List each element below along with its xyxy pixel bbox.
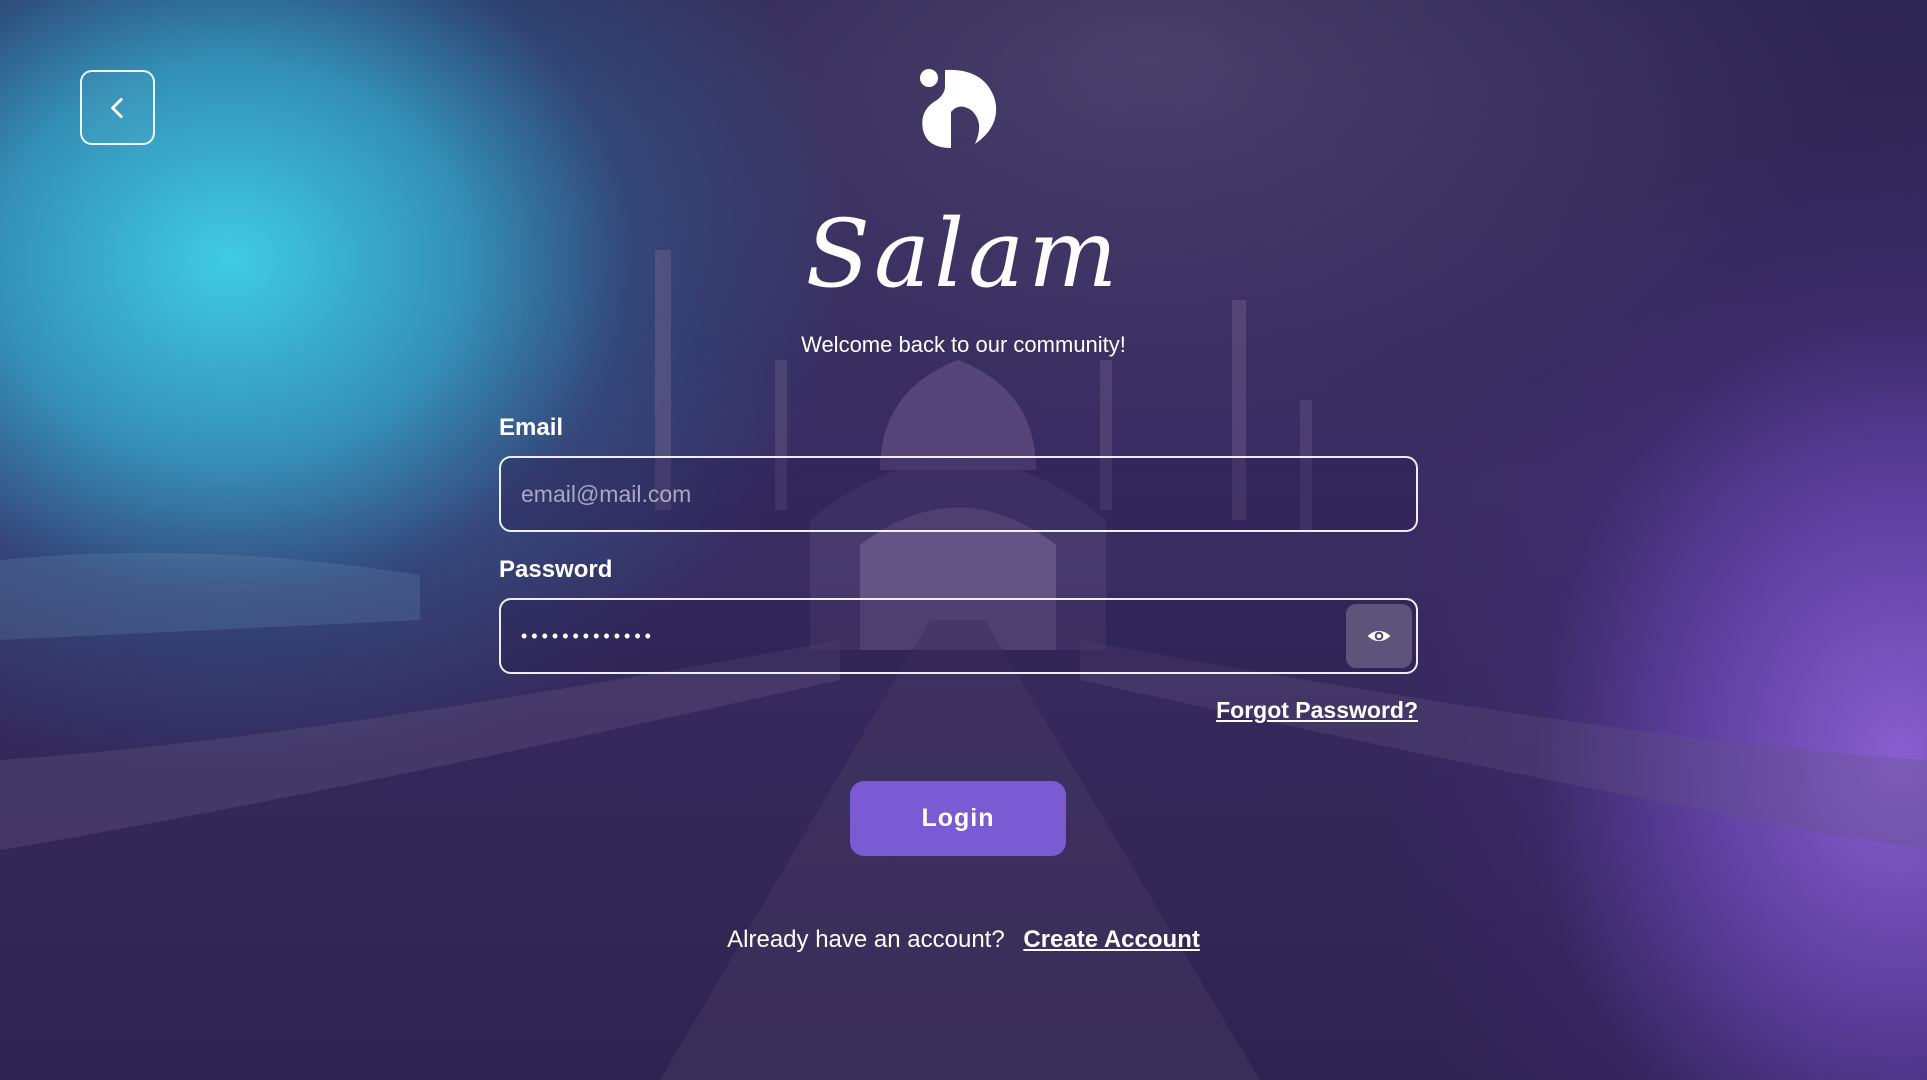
back-button[interactable]	[80, 70, 155, 145]
mosque-scene-illustration	[0, 250, 1927, 1080]
background	[0, 0, 1927, 1080]
forgot-password-link[interactable]: Forgot Password?	[1140, 697, 1418, 724]
email-label: Email	[499, 414, 564, 441]
email-field[interactable]	[501, 458, 1416, 530]
password-field-container	[499, 598, 1418, 674]
app-title: Salam	[805, 200, 1122, 309]
email-field-container	[499, 456, 1418, 532]
salam-s-logo-icon	[920, 69, 997, 148]
show-password-toggle[interactable]	[1346, 604, 1412, 668]
desert-dunes	[0, 552, 420, 640]
password-field[interactable]	[501, 600, 1416, 672]
login-button[interactable]: Login	[850, 781, 1066, 856]
eye-icon	[1367, 630, 1391, 642]
welcome-subtitle: Welcome back to our community!	[801, 332, 1126, 357]
signup-prompt: Already have an account?	[727, 926, 1005, 953]
create-account-link[interactable]: Create Account	[1023, 926, 1199, 953]
mosque-dome	[880, 360, 1036, 470]
signup-row: Already have an account? Create Account	[0, 926, 1927, 954]
chevron-left-icon	[110, 97, 123, 118]
password-label: Password	[499, 556, 613, 583]
